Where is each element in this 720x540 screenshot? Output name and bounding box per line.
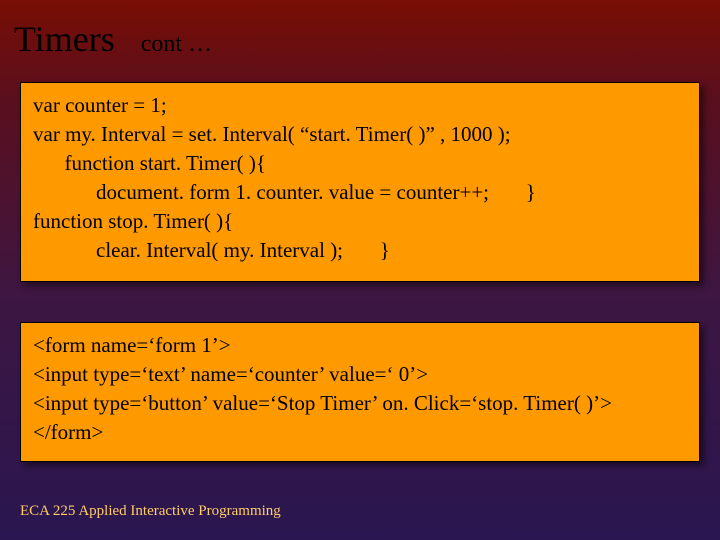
footer-text: ECA 225 Applied Interactive Programming: [20, 503, 281, 520]
title-row: Timers cont …: [14, 18, 212, 60]
code-box-1: var counter = 1; var my. Interval = set.…: [20, 82, 700, 282]
code-line: function start. Timer( ){: [33, 149, 687, 178]
code-line: <input type=‘button’ value=‘Stop Timer’ …: [33, 389, 687, 418]
code-line: var counter = 1;: [33, 91, 687, 120]
code-line: var my. Interval = set. Interval( “start…: [33, 120, 687, 149]
page-subtitle: cont …: [141, 31, 212, 58]
code-line: document. form 1. counter. value = count…: [33, 178, 687, 207]
page-title: Timers: [14, 18, 115, 60]
slide: Timers cont … var counter = 1; var my. I…: [0, 0, 720, 540]
code-line: <input type=‘text’ name=‘counter’ value=…: [33, 360, 687, 389]
code-line: </form>: [33, 418, 687, 447]
code-line: clear. Interval( my. Interval ); }: [33, 236, 687, 265]
code-line: function stop. Timer( ){: [33, 207, 687, 236]
code-box-2: <form name=‘form 1’> <input type=‘text’ …: [20, 322, 700, 462]
code-line: <form name=‘form 1’>: [33, 331, 687, 360]
